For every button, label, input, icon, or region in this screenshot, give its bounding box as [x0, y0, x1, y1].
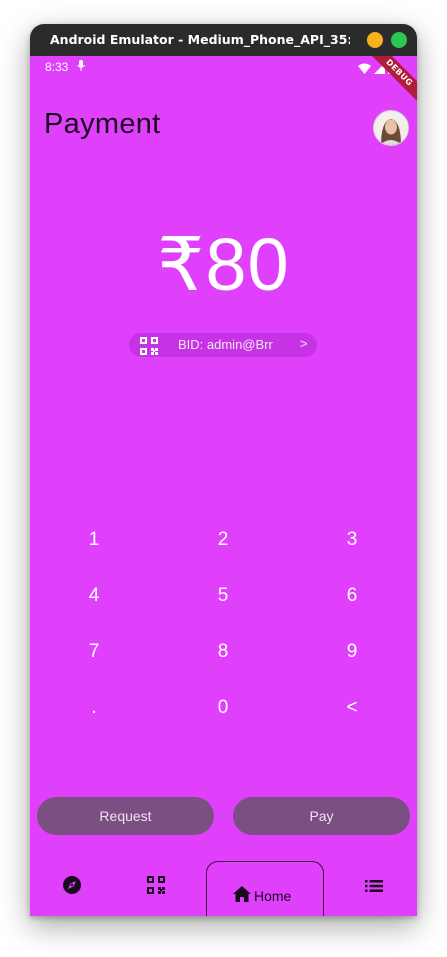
request-button[interactable]: Request: [37, 797, 214, 835]
nav-item-list[interactable]: [342, 858, 406, 916]
bid-label: BID: admin@Brr: [178, 337, 273, 352]
key-3[interactable]: 3: [322, 525, 382, 555]
key-7[interactable]: 7: [64, 637, 124, 667]
phone-screen: 8:33 DEBUG Payment ₹80 BID: admin@Brr > …: [30, 56, 417, 916]
key-2[interactable]: 2: [193, 525, 253, 555]
nav-item-home[interactable]: Home: [206, 861, 324, 916]
mic-icon: [77, 60, 85, 74]
qr-code-icon: [140, 337, 158, 358]
status-time: 8:33: [45, 60, 69, 74]
compass-icon: [62, 875, 82, 899]
nav-item-scan[interactable]: [124, 858, 188, 916]
chevron-right-icon: >: [300, 336, 308, 351]
pay-button[interactable]: Pay: [233, 797, 410, 835]
bottom-navigation: Home: [30, 858, 417, 916]
bid-chip[interactable]: BID: admin@Brr >: [129, 333, 317, 357]
key-0[interactable]: 0: [193, 693, 253, 723]
status-bar: 8:33 DEBUG: [30, 56, 417, 107]
key-5[interactable]: 5: [193, 581, 253, 611]
maximize-button[interactable]: [391, 32, 407, 48]
key-4[interactable]: 4: [64, 581, 124, 611]
user-avatar[interactable]: [373, 110, 409, 146]
nav-item-explore[interactable]: [40, 858, 104, 916]
key-decimal[interactable]: .: [64, 693, 124, 723]
emulator-titlebar: Android Emulator - Medium_Phone_API_35:.…: [30, 24, 417, 56]
page-title: Payment: [44, 108, 161, 140]
key-8[interactable]: 8: [193, 637, 253, 667]
qr-code-icon: [147, 876, 165, 898]
payment-amount: ₹80: [157, 223, 290, 306]
key-9[interactable]: 9: [322, 637, 382, 667]
nav-home-label: Home: [254, 887, 292, 904]
list-icon: [365, 878, 383, 897]
emulator-window: Android Emulator - Medium_Phone_API_35:.…: [30, 24, 417, 916]
key-backspace[interactable]: <: [322, 693, 382, 723]
window-title: Android Emulator - Medium_Phone_API_35:.…: [50, 32, 350, 47]
home-icon: [233, 886, 251, 905]
minimize-button[interactable]: [367, 32, 383, 48]
key-1[interactable]: 1: [64, 525, 124, 555]
wifi-icon: [358, 59, 371, 78]
key-6[interactable]: 6: [322, 581, 382, 611]
